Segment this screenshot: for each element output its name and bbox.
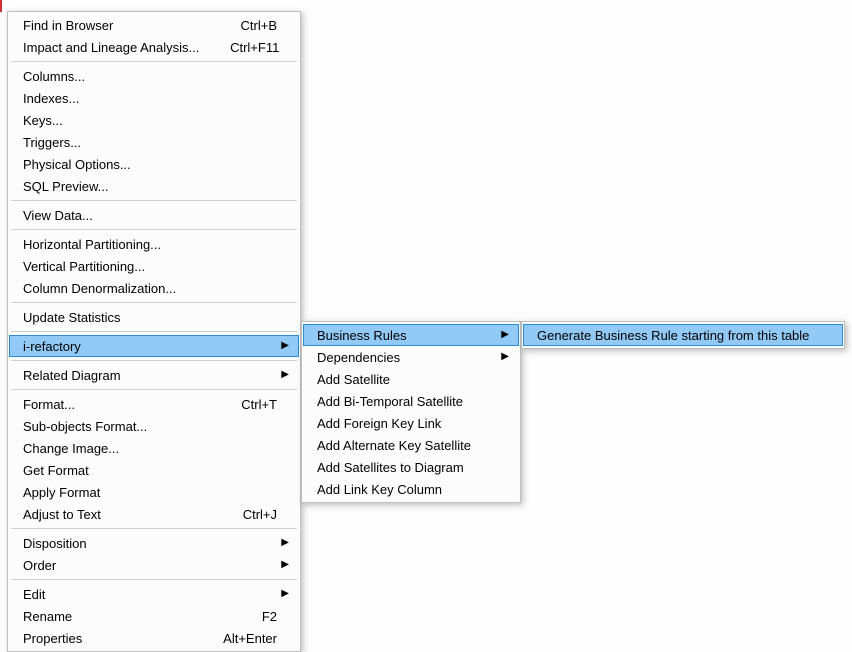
menu-format[interactable]: Format...Ctrl+T — [9, 393, 299, 415]
menu-item-label: Sub-objects Format... — [23, 419, 197, 434]
window-edge-marker — [0, 0, 2, 12]
menu-add-alternate-key-satellite[interactable]: Add Alternate Key Satellite — [303, 434, 519, 456]
menu-item-shortcut: Ctrl+T — [197, 397, 277, 412]
submenu-arrow-icon: ▶ — [277, 370, 289, 380]
menu-rename[interactable]: RenameF2 — [9, 605, 299, 627]
menu-adjust-to-text[interactable]: Adjust to TextCtrl+J — [9, 503, 299, 525]
menu-item-label: Columns... — [23, 69, 197, 84]
submenu-i-refactory: Business Rules▶Dependencies▶Add Satellit… — [301, 321, 521, 503]
menu-columns[interactable]: Columns... — [9, 65, 299, 87]
menu-horizontal-partitioning[interactable]: Horizontal Partitioning... — [9, 233, 299, 255]
menu-physical-options[interactable]: Physical Options... — [9, 153, 299, 175]
menu-separator — [11, 389, 297, 390]
menu-separator — [11, 302, 297, 303]
menu-add-link-key-column[interactable]: Add Link Key Column — [303, 478, 519, 500]
menu-edit[interactable]: Edit▶ — [9, 583, 299, 605]
menu-item-label: Triggers... — [23, 135, 197, 150]
menu-item-label: Rename — [23, 609, 197, 624]
menu-item-label: Properties — [23, 631, 197, 646]
menu-separator — [11, 579, 297, 580]
submenu-arrow-icon: ▶ — [277, 341, 289, 351]
menu-item-label: Physical Options... — [23, 157, 197, 172]
menu-update-statistics[interactable]: Update Statistics — [9, 306, 299, 328]
menu-separator — [11, 528, 297, 529]
menu-view-data[interactable]: View Data... — [9, 204, 299, 226]
menu-item-label: Order — [23, 558, 277, 573]
menu-keys[interactable]: Keys... — [9, 109, 299, 131]
menu-item-label: Impact and Lineage Analysis... — [23, 40, 199, 55]
menu-item-shortcut: Ctrl+F11 — [199, 40, 279, 55]
menu-item-shortcut: F2 — [197, 609, 277, 624]
menu-separator — [11, 331, 297, 332]
menu-separator — [11, 360, 297, 361]
menu-item-label: Disposition — [23, 536, 277, 551]
menu-generate-business-rule-from-table[interactable]: Generate Business Rule starting from thi… — [523, 324, 843, 346]
menu-item-label: Column Denormalization... — [23, 281, 197, 296]
menu-item-label: Keys... — [23, 113, 197, 128]
menu-find-in-browser[interactable]: Find in BrowserCtrl+B — [9, 14, 299, 36]
menu-separator — [11, 229, 297, 230]
menu-indexes[interactable]: Indexes... — [9, 87, 299, 109]
menu-add-bi-temporal-satellite[interactable]: Add Bi-Temporal Satellite — [303, 390, 519, 412]
menu-change-image[interactable]: Change Image... — [9, 437, 299, 459]
menu-item-shortcut: Alt+Enter — [197, 631, 277, 646]
menu-add-satellites-to-diagram[interactable]: Add Satellites to Diagram — [303, 456, 519, 478]
menu-item-label: Dependencies — [317, 350, 497, 365]
menu-disposition[interactable]: Disposition▶ — [9, 532, 299, 554]
menu-apply-format[interactable]: Apply Format — [9, 481, 299, 503]
menu-item-label: Format... — [23, 397, 197, 412]
menu-impact-lineage-analysis[interactable]: Impact and Lineage Analysis...Ctrl+F11 — [9, 36, 299, 58]
submenu-business-rules: Generate Business Rule starting from thi… — [521, 321, 845, 349]
menu-item-label: SQL Preview... — [23, 179, 197, 194]
menu-item-label: Add Foreign Key Link — [317, 416, 441, 431]
submenu-arrow-icon: ▶ — [497, 352, 509, 362]
menu-sql-preview[interactable]: SQL Preview... — [9, 175, 299, 197]
menu-item-shortcut: Ctrl+B — [197, 18, 277, 33]
menu-item-label: Business Rules — [317, 328, 497, 343]
menu-dependencies[interactable]: Dependencies▶ — [303, 346, 519, 368]
menu-item-label: Add Alternate Key Satellite — [317, 438, 471, 453]
submenu-arrow-icon: ▶ — [277, 589, 289, 599]
menu-separator — [11, 61, 297, 62]
menu-item-label: Add Bi-Temporal Satellite — [317, 394, 463, 409]
menu-get-format[interactable]: Get Format — [9, 459, 299, 481]
menu-related-diagram[interactable]: Related Diagram▶ — [9, 364, 299, 386]
menu-item-label: Update Statistics — [23, 310, 197, 325]
menu-add-satellite[interactable]: Add Satellite — [303, 368, 519, 390]
menu-item-label: Horizontal Partitioning... — [23, 237, 197, 252]
menu-add-foreign-key-link[interactable]: Add Foreign Key Link — [303, 412, 519, 434]
menu-item-label: i-refactory — [23, 339, 277, 354]
menu-item-label: Indexes... — [23, 91, 197, 106]
menu-item-label: Generate Business Rule starting from thi… — [537, 328, 809, 343]
menu-triggers[interactable]: Triggers... — [9, 131, 299, 153]
menu-i-refactory[interactable]: i-refactory▶ — [9, 335, 299, 357]
submenu-arrow-icon: ▶ — [277, 560, 289, 570]
menu-item-label: Edit — [23, 587, 277, 602]
menu-column-denormalization[interactable]: Column Denormalization... — [9, 277, 299, 299]
menu-item-label: Apply Format — [23, 485, 197, 500]
menu-item-shortcut: Ctrl+J — [197, 507, 277, 522]
menu-separator — [11, 200, 297, 201]
menu-properties[interactable]: PropertiesAlt+Enter — [9, 627, 299, 649]
menu-item-label: Get Format — [23, 463, 197, 478]
menu-item-label: Related Diagram — [23, 368, 277, 383]
menu-item-label: Add Satellite — [317, 372, 417, 387]
menu-item-label: View Data... — [23, 208, 197, 223]
menu-item-label: Add Satellites to Diagram — [317, 460, 464, 475]
menu-item-label: Vertical Partitioning... — [23, 259, 197, 274]
menu-item-label: Find in Browser — [23, 18, 197, 33]
menu-item-label: Add Link Key Column — [317, 482, 442, 497]
submenu-arrow-icon: ▶ — [277, 538, 289, 548]
menu-order[interactable]: Order▶ — [9, 554, 299, 576]
menu-item-label: Adjust to Text — [23, 507, 197, 522]
context-menu-main: Find in BrowserCtrl+BImpact and Lineage … — [7, 11, 301, 652]
menu-sub-objects-format[interactable]: Sub-objects Format... — [9, 415, 299, 437]
menu-vertical-partitioning[interactable]: Vertical Partitioning... — [9, 255, 299, 277]
menu-business-rules[interactable]: Business Rules▶ — [303, 324, 519, 346]
menu-item-label: Change Image... — [23, 441, 197, 456]
submenu-arrow-icon: ▶ — [497, 330, 509, 340]
